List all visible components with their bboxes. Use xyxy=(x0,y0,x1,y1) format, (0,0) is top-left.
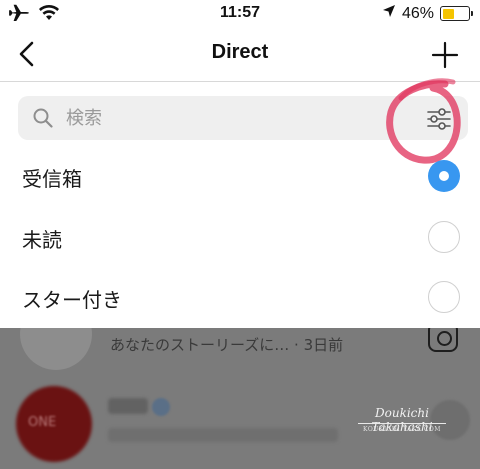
battery-percent: 46% xyxy=(401,4,434,22)
radio-button[interactable] xyxy=(428,160,460,192)
nav-bar: Direct xyxy=(0,28,480,82)
watermark-divider xyxy=(358,423,446,424)
new-message-button[interactable] xyxy=(430,40,460,70)
filter-option-unread[interactable]: 未読 xyxy=(0,207,480,267)
message-preview: あなたのストーリーズに… · 3日前 xyxy=(110,334,343,355)
filter-option-starred[interactable]: スター付き xyxy=(0,267,480,327)
radio-button[interactable] xyxy=(428,281,460,313)
verified-badge-icon xyxy=(152,398,170,416)
page-title: Direct xyxy=(211,41,269,63)
search-icon xyxy=(32,107,54,129)
filter-option-label: スター付き xyxy=(22,288,122,312)
camera-icon xyxy=(428,328,458,352)
avatar xyxy=(20,328,92,370)
radio-button[interactable] xyxy=(428,221,460,253)
watermark-subtitle: KOUKICHI TAKA.COM xyxy=(363,426,441,433)
status-bar: 11:57 46% xyxy=(0,0,480,28)
plus-icon xyxy=(431,41,459,69)
filter-button[interactable] xyxy=(426,106,452,132)
message-time: · 3日前 xyxy=(294,336,344,354)
filter-option-inbox[interactable]: 受信箱 xyxy=(0,146,480,206)
battery-icon xyxy=(440,6,473,21)
blurred-username xyxy=(108,398,148,414)
search-bar xyxy=(18,96,468,140)
blurred-message-text xyxy=(108,428,338,442)
dimmed-message-list: あなたのストーリーズに… · 3日前 ONE xyxy=(0,328,480,469)
filter-option-label: 未読 xyxy=(22,228,62,252)
filter-option-label: 受信箱 xyxy=(22,167,82,191)
filter-sliders-icon xyxy=(427,108,451,130)
status-right: 46% xyxy=(382,4,473,23)
battery-fill xyxy=(442,8,454,19)
location-arrow-icon xyxy=(382,4,396,23)
avatar-text: ONE xyxy=(28,415,57,430)
watermark: Doukichi Takahashi KOUKICHI TAKA.COM xyxy=(356,406,448,440)
search-input[interactable] xyxy=(66,96,386,140)
message-preview-text: あなたのストーリーズに… xyxy=(110,336,290,354)
